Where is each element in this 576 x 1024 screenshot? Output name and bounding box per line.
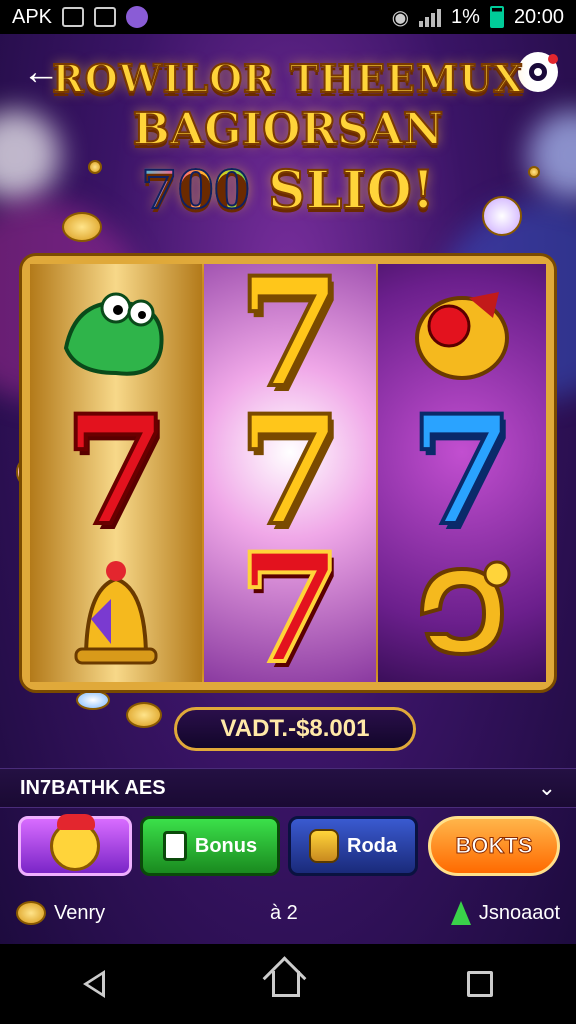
title-suffix: SLIO! bbox=[267, 159, 436, 222]
footer-jsnoaaot[interactable]: Jsnoaaot bbox=[450, 901, 560, 925]
character-face-icon bbox=[50, 814, 100, 871]
app-icon bbox=[126, 6, 149, 28]
balance-display: VADT.-$8.001 bbox=[174, 707, 416, 751]
bonus-button[interactable]: Bonus bbox=[140, 816, 280, 876]
game-title-line2: BAGIORSAN bbox=[132, 103, 445, 156]
card-icon bbox=[162, 831, 187, 861]
footer-left-label: Venry bbox=[54, 901, 106, 924]
coin-decoration bbox=[126, 702, 162, 728]
character-button[interactable] bbox=[18, 814, 132, 876]
reel-1-seven: 7 bbox=[62, 383, 170, 559]
reel-2-seven-middle: 7 bbox=[236, 383, 344, 559]
reel-3: 7 bbox=[378, 264, 546, 682]
coins-icon bbox=[16, 901, 46, 925]
reel-2: 7 7 7 bbox=[204, 264, 376, 682]
battery-icon bbox=[489, 6, 504, 28]
bokts-button[interactable]: BOKTS bbox=[428, 816, 560, 876]
battery-percent: 1% bbox=[451, 5, 480, 28]
reel-1: 7 bbox=[30, 264, 202, 682]
reel-3-seven: 7 bbox=[408, 383, 516, 559]
chevron-down-icon[interactable]: ⌄ bbox=[538, 775, 556, 801]
game-screen: APK ◉ 1% 20:00 ← ROWILOR THEEMUX BAGIORS… bbox=[0, 0, 576, 1024]
system-nav-bar bbox=[0, 944, 576, 1024]
pot-icon bbox=[309, 829, 339, 863]
back-nav-icon[interactable] bbox=[83, 970, 106, 998]
cherry-bell-icon bbox=[378, 264, 546, 402]
wifi-icon: ◉ bbox=[391, 6, 410, 29]
bonus-label: Bonus bbox=[194, 834, 258, 857]
signal-icon bbox=[419, 7, 442, 27]
reel-2-seven-bottom: 7 bbox=[236, 521, 344, 682]
app-label: APK bbox=[12, 5, 53, 28]
roda-button[interactable]: Roda bbox=[288, 816, 418, 876]
leaf-icon bbox=[450, 901, 471, 925]
bokts-label: BOKTS bbox=[455, 833, 533, 859]
title-number: 700 bbox=[140, 159, 251, 222]
footer-bar: Venry à 2 Jsnoaaot bbox=[0, 888, 576, 938]
clock: 20:00 bbox=[513, 5, 564, 28]
game-title-line3: 700 SLIO! bbox=[0, 159, 576, 222]
notification-icon bbox=[62, 7, 85, 27]
home-nav-icon[interactable] bbox=[271, 971, 300, 997]
roda-label: Roda bbox=[347, 834, 397, 857]
footer-venry[interactable]: Venry bbox=[16, 901, 105, 925]
recents-nav-icon[interactable] bbox=[466, 971, 493, 997]
reel-2-seven-top: 7 bbox=[236, 264, 344, 421]
golden-horseshoe-icon bbox=[378, 540, 546, 678]
footer-right-label: Jsnoaaot bbox=[478, 901, 560, 924]
section-bar[interactable]: IN7BATHK AES ⌄ bbox=[0, 768, 576, 808]
image-icon bbox=[94, 7, 117, 27]
coin-decoration bbox=[76, 690, 110, 710]
status-bar: APK ◉ 1% 20:00 bbox=[0, 0, 576, 34]
game-title-line1: ROWILOR THEEMUX bbox=[51, 55, 524, 102]
footer-center-label: à 2 bbox=[270, 901, 298, 924]
golden-bell-icon bbox=[30, 540, 202, 678]
section-label: IN7BATHK AES bbox=[20, 776, 166, 799]
green-frog-icon bbox=[30, 264, 202, 402]
slot-machine-frame: 7 7 7 7 7 bbox=[22, 256, 554, 690]
